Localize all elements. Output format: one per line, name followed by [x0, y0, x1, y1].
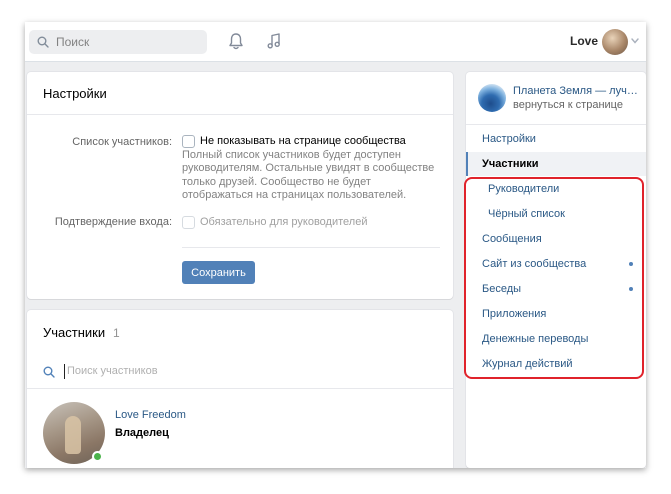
- settings-title: Настройки: [43, 86, 107, 101]
- group-avatar[interactable]: [478, 84, 506, 112]
- members-card: Участники 1 Поиск участников Love Freedo…: [27, 310, 453, 468]
- back-to-page-link[interactable]: вернуться к странице: [513, 99, 623, 111]
- members-title: Участники: [43, 325, 106, 340]
- sidebar-item-messages[interactable]: Сообщения: [466, 227, 646, 251]
- sidebar-item-members[interactable]: Участники: [466, 152, 646, 176]
- entry-confirm-checkbox[interactable]: [182, 216, 195, 229]
- sidebar-item-blacklist[interactable]: Чёрный список: [466, 202, 646, 226]
- bell-icon[interactable]: [228, 32, 244, 50]
- sidebar-menu: Планета Земля — лучшие фото вернуться к …: [466, 72, 646, 468]
- sidebar-item-chats[interactable]: Беседы: [466, 277, 646, 301]
- members-search-input[interactable]: Поиск участников: [64, 364, 158, 379]
- chevron-down-icon[interactable]: [631, 38, 639, 44]
- sidebar-item-settings[interactable]: Настройки: [466, 127, 646, 151]
- divider: [466, 124, 646, 125]
- search-placeholder: Поиск: [56, 35, 90, 49]
- search-field[interactable]: Поиск: [29, 30, 207, 54]
- member-role: Владелец: [115, 427, 169, 439]
- hide-members-label[interactable]: Не показывать на странице сообщества: [200, 135, 406, 147]
- divider: [182, 247, 440, 248]
- sidebar-item-apps[interactable]: Приложения: [466, 302, 646, 326]
- members-count: 1: [113, 326, 120, 340]
- search-icon: [37, 36, 49, 48]
- hide-members-description: Полный список участников будет доступен …: [182, 149, 435, 201]
- sidebar-item-money-transfers[interactable]: Денежные переводы: [466, 327, 646, 351]
- save-button[interactable]: Сохранить: [182, 261, 255, 284]
- app-window: Поиск Love Настройки Список участников: …: [25, 22, 646, 468]
- search-icon: [43, 366, 55, 378]
- new-indicator-dot: [629, 262, 633, 266]
- new-indicator-dot: [629, 287, 633, 291]
- online-indicator: [92, 451, 103, 462]
- sidebar-item-label: Сайт из сообщества: [482, 258, 587, 270]
- user-name[interactable]: Love: [570, 34, 598, 48]
- top-bar: Поиск Love: [25, 22, 646, 62]
- members-list-label: Список участников:: [72, 136, 172, 148]
- sidebar-item-community-site[interactable]: Сайт из сообщества: [466, 252, 646, 276]
- divider: [27, 388, 453, 389]
- music-icon[interactable]: [266, 32, 282, 50]
- user-avatar[interactable]: [602, 29, 628, 55]
- hide-members-checkbox[interactable]: [182, 135, 195, 148]
- group-name-link[interactable]: Планета Земля — лучшие фото: [513, 85, 641, 97]
- divider: [27, 114, 453, 115]
- settings-card: Настройки Список участников: Не показыва…: [27, 72, 453, 299]
- member-name[interactable]: Love Freedom: [115, 409, 186, 421]
- sidebar-item-action-log[interactable]: Журнал действий: [466, 352, 646, 376]
- sidebar-item-label: Беседы: [482, 283, 522, 295]
- entry-confirm-option: Обязательно для руководителей: [200, 216, 368, 228]
- sidebar-item-managers[interactable]: Руководители: [466, 177, 646, 201]
- entry-confirm-label: Подтверждение входа:: [54, 216, 172, 228]
